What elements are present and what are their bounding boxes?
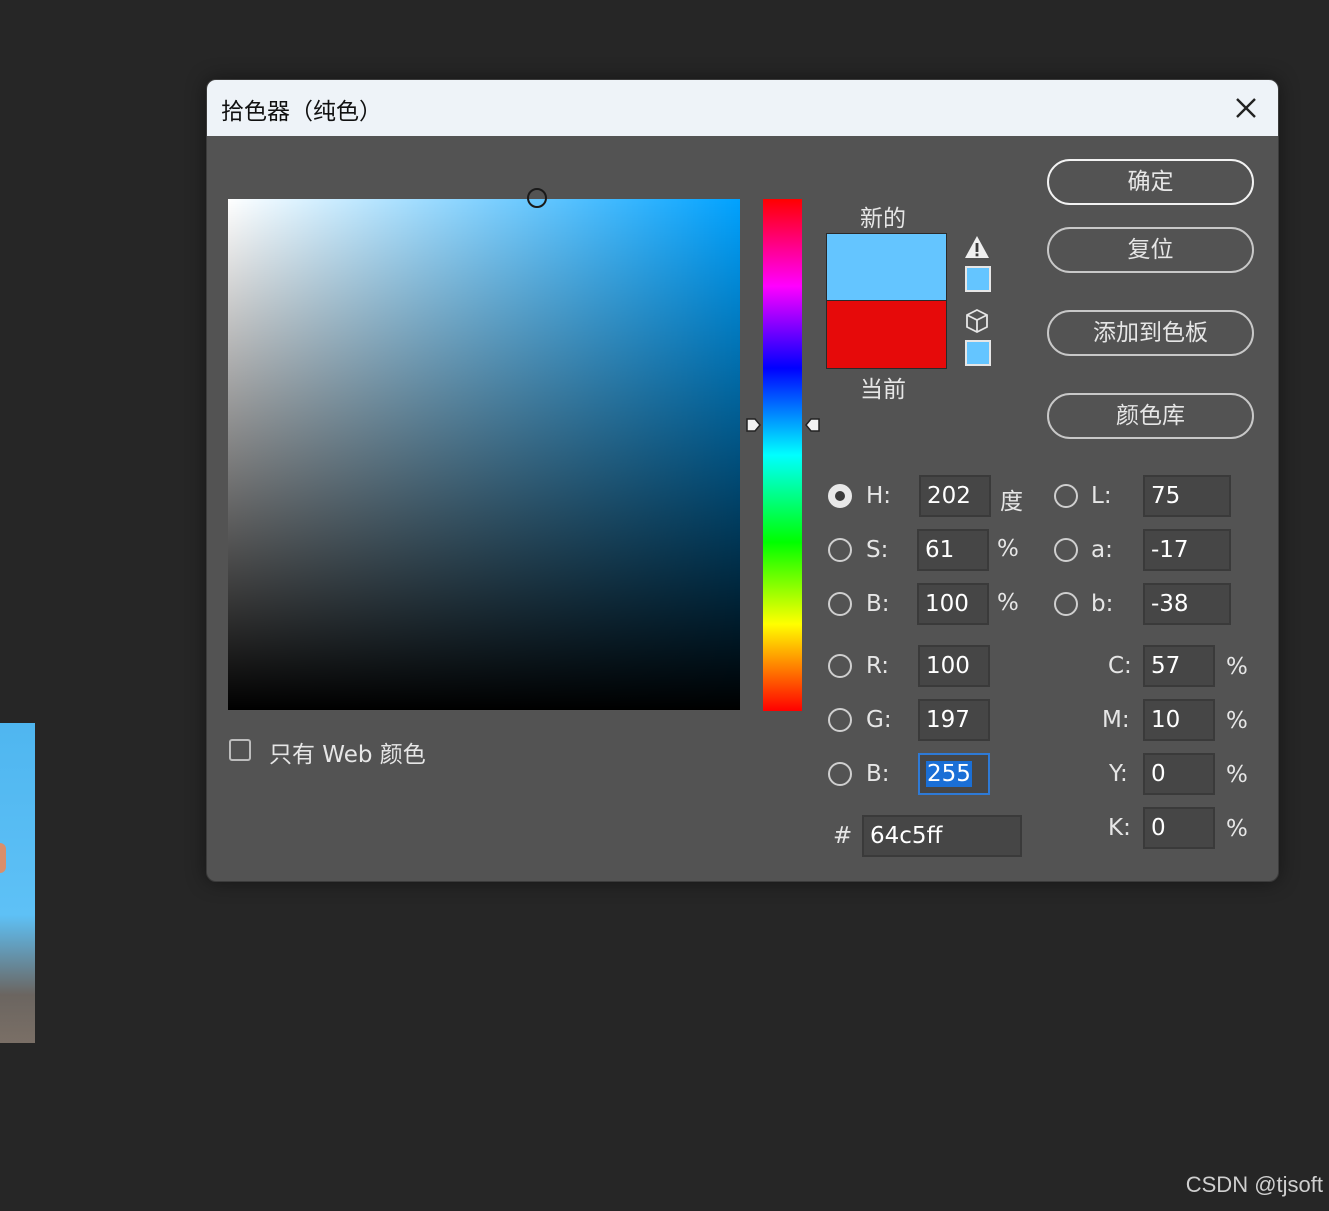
new-color-swatch	[826, 233, 947, 302]
label-l: L:	[1091, 483, 1112, 509]
label-lab-b: b:	[1091, 591, 1114, 617]
input-s[interactable]: 61	[917, 529, 989, 571]
input-brightness[interactable]: 100	[917, 583, 989, 625]
color-picker-dialog: 拾色器（纯色） 新的 当前 确定 复位 添加到色板 颜色库 H: 202 度 S…	[206, 79, 1279, 882]
radio-s[interactable]	[828, 538, 852, 562]
label-r: R:	[866, 653, 890, 679]
add-to-swatches-button[interactable]: 添加到色板	[1047, 310, 1254, 356]
unit-m: %	[1226, 708, 1248, 734]
radio-h[interactable]	[828, 484, 852, 508]
current-color-swatch[interactable]	[826, 300, 947, 369]
hue-slider[interactable]	[763, 199, 802, 711]
label-a: a:	[1091, 537, 1113, 563]
close-button[interactable]	[1228, 90, 1264, 126]
hue-slider-right-arrow-icon[interactable]	[805, 417, 821, 433]
unit-brightness: %	[997, 590, 1019, 616]
input-blue[interactable]: 255	[918, 753, 990, 795]
input-l[interactable]: 75	[1143, 475, 1231, 517]
radio-lab-b[interactable]	[1054, 592, 1078, 616]
label-c: C:	[1108, 653, 1132, 679]
input-a[interactable]: -17	[1143, 529, 1231, 571]
label-y: Y:	[1109, 761, 1128, 787]
dialog-title: 拾色器（纯色）	[221, 99, 382, 125]
label-s: S:	[866, 537, 889, 563]
color-libraries-button[interactable]: 颜色库	[1047, 393, 1254, 439]
radio-r[interactable]	[828, 654, 852, 678]
input-c[interactable]: 57	[1143, 645, 1215, 687]
photo-detail	[0, 843, 6, 873]
hue-slider-left-arrow-icon[interactable]	[745, 417, 761, 433]
new-color-label: 新的	[860, 206, 906, 232]
input-r[interactable]: 100	[918, 645, 990, 687]
label-brightness: B:	[866, 591, 890, 617]
watermark: CSDN @tjsoft	[1185, 1172, 1323, 1197]
web-colors-only-label[interactable]: 只有 Web 颜色	[269, 735, 426, 769]
radio-l[interactable]	[1054, 484, 1078, 508]
color-field[interactable]	[228, 188, 740, 710]
warning-icon[interactable]	[964, 234, 990, 260]
label-m: M:	[1102, 707, 1130, 733]
gamut-color-swatch[interactable]	[965, 266, 991, 292]
input-h[interactable]: 202	[919, 475, 991, 517]
title-bar[interactable]: 拾色器（纯色）	[207, 80, 1278, 136]
input-hex[interactable]: 64c5ff	[862, 815, 1022, 857]
color-field-cursor[interactable]	[527, 188, 547, 208]
color-field-brightness-layer	[228, 199, 740, 710]
label-h: H:	[866, 483, 892, 509]
unit-y: %	[1226, 762, 1248, 788]
input-k[interactable]: 0	[1143, 807, 1215, 849]
input-y[interactable]: 0	[1143, 753, 1215, 795]
radio-brightness[interactable]	[828, 592, 852, 616]
reset-button[interactable]: 复位	[1047, 227, 1254, 273]
web-safe-color-swatch[interactable]	[965, 340, 991, 366]
label-g: G:	[866, 707, 892, 733]
current-color-label: 当前	[860, 377, 906, 403]
web-colors-only-checkbox[interactable]	[229, 739, 251, 761]
label-blue: B:	[866, 761, 890, 787]
unit-s: %	[997, 536, 1019, 562]
radio-a[interactable]	[1054, 538, 1078, 562]
input-lab-b[interactable]: -38	[1143, 583, 1231, 625]
cube-icon[interactable]	[964, 308, 990, 334]
input-g[interactable]: 197	[918, 699, 990, 741]
radio-g[interactable]	[828, 708, 852, 732]
input-blue-selected-text: 255	[926, 761, 972, 787]
close-icon	[1236, 98, 1256, 118]
label-k: K:	[1108, 815, 1131, 841]
unit-k: %	[1226, 816, 1248, 842]
label-hex: #	[833, 823, 853, 849]
unit-h: 度	[1000, 489, 1023, 515]
background-photo-fragment	[0, 723, 35, 1043]
input-m[interactable]: 10	[1143, 699, 1215, 741]
radio-blue[interactable]	[828, 762, 852, 786]
unit-c: %	[1226, 654, 1248, 680]
ok-button[interactable]: 确定	[1047, 159, 1254, 205]
